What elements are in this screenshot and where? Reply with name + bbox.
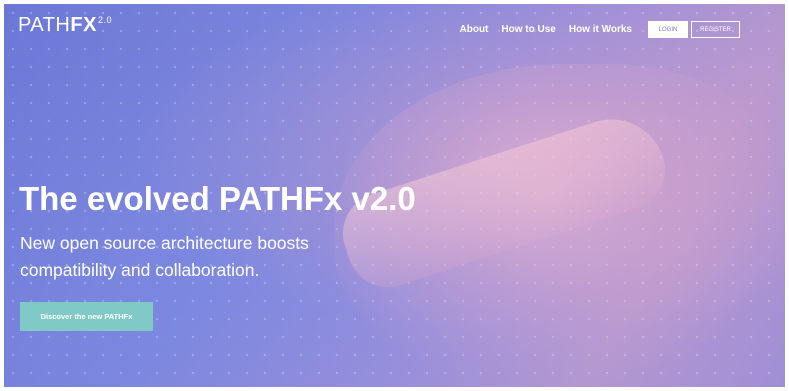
nav-link-how-it-works[interactable]: How it Works: [569, 24, 632, 35]
login-button[interactable]: LOGIN: [648, 21, 688, 38]
nav-link-about[interactable]: About: [460, 24, 489, 35]
nav-link-how-to-use[interactable]: How to Use: [501, 24, 555, 35]
logo-text: PATH: [18, 14, 71, 36]
hero-headline: The evolved PATHFx v2.0: [19, 180, 416, 217]
register-button[interactable]: REGISTER: [691, 21, 740, 38]
discover-button[interactable]: Discover the new PATHFx: [20, 302, 153, 331]
site-logo[interactable]: PATH FX 2.0: [18, 14, 112, 37]
logo-version: 2.0: [97, 15, 112, 25]
logo-text-bold: FX: [70, 14, 97, 36]
top-nav: About How to Use How it Works LOGIN REGI…: [460, 21, 740, 38]
hero-subheadline: New open source architecture boosts comp…: [20, 233, 309, 280]
discover-button-label: Discover the new PATHFx: [40, 312, 133, 321]
hero-section: PATH FX 2.0 About How to Use How it Work…: [4, 4, 785, 387]
